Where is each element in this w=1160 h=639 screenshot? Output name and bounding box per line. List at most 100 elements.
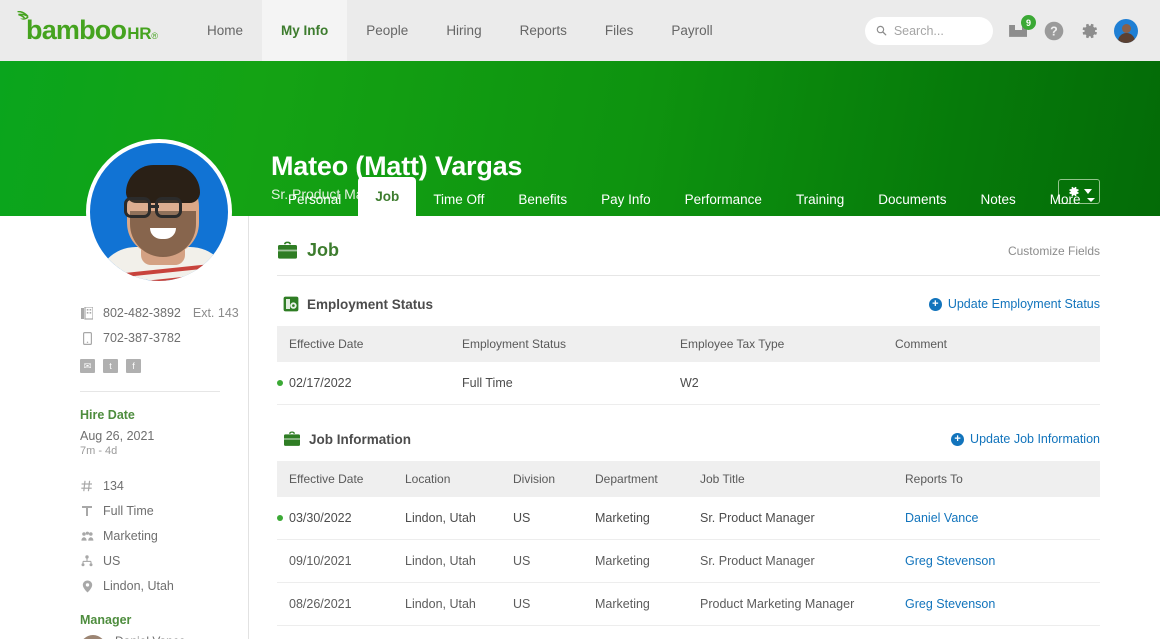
nav-item-my-info[interactable]: My Info xyxy=(262,0,348,61)
table-row[interactable]: 09/10/2021 Lindon, Utah US Marketing Sr.… xyxy=(277,539,1100,583)
photo-glasses-right xyxy=(155,197,182,218)
mobile-phone-number: 702-387-3782 xyxy=(103,331,181,345)
bamboohr-logo[interactable]: bamboo HR ® xyxy=(17,11,158,46)
col-employee-tax-type: Employee Tax Type xyxy=(680,326,895,362)
cell-location: Lindon, Utah xyxy=(405,582,513,626)
update-job-information-link[interactable]: + Update Job Information xyxy=(951,432,1100,446)
tab-time-off-label: Time Off xyxy=(433,192,485,207)
cell-department: Marketing xyxy=(595,582,700,626)
update-employment-status-link[interactable]: + Update Employment Status xyxy=(928,297,1100,311)
logo-text-hr: HR xyxy=(127,24,152,43)
mobile-phone-row[interactable]: 702-387-3782 xyxy=(80,331,248,345)
employee-attributes: 134 Full Time Marketing US Lindon, Utah xyxy=(80,479,248,593)
nav-item-home[interactable]: Home xyxy=(188,0,262,61)
tab-benefits[interactable]: Benefits xyxy=(501,183,584,216)
employment-status-title-group: Employment Status xyxy=(283,296,433,312)
nav-item-people[interactable]: People xyxy=(347,0,427,61)
user-avatar[interactable] xyxy=(1114,18,1138,43)
briefcase-icon xyxy=(278,241,297,259)
division-row: US xyxy=(80,554,248,568)
cell-division: US xyxy=(513,539,595,583)
gear-icon xyxy=(1082,23,1097,38)
avatar-head-shape xyxy=(1121,23,1131,33)
col-location: Location xyxy=(405,461,513,497)
avatar-body-shape xyxy=(1117,32,1135,43)
tab-performance[interactable]: Performance xyxy=(668,183,779,216)
manager-avatar xyxy=(80,634,106,639)
location-pin-icon xyxy=(80,580,94,593)
location-row: Lindon, Utah xyxy=(80,579,248,593)
work-phone-row[interactable]: 802-482-3892 Ext. 143 xyxy=(80,306,248,320)
cell-effective-date-text: 02/17/2022 xyxy=(289,376,352,390)
reports-to-link[interactable]: Greg Stevenson xyxy=(905,597,995,611)
tab-training[interactable]: Training xyxy=(779,183,861,216)
cell-reports-to: Greg Stevenson xyxy=(905,539,1100,583)
col-reports-to: Reports To xyxy=(905,461,1100,497)
cell-effective-date: 09/10/2021 xyxy=(277,539,405,583)
employment-type-icon xyxy=(80,505,94,517)
tab-notes-label: Notes xyxy=(980,192,1016,207)
tab-pay-info[interactable]: Pay Info xyxy=(584,183,668,216)
plus-circle-icon: + xyxy=(951,432,965,446)
search-icon xyxy=(876,25,887,36)
cell-employee-tax-type: W2 xyxy=(680,362,895,405)
help-button[interactable]: ? xyxy=(1044,21,1064,41)
tab-personal[interactable]: Personal xyxy=(271,183,358,216)
logo-registered-mark: ® xyxy=(151,31,158,41)
hire-date-value: Aug 26, 2021 xyxy=(80,429,155,443)
job-information-table: Effective Date Location Division Departm… xyxy=(277,461,1100,626)
nav-item-files[interactable]: Files xyxy=(586,0,653,61)
plus-circle-icon: + xyxy=(928,297,942,311)
reports-to-link[interactable]: Daniel Vance xyxy=(905,511,978,525)
email-icon[interactable]: ✉ xyxy=(80,359,95,373)
tab-job[interactable]: Job xyxy=(358,177,417,216)
nav-item-hiring[interactable]: Hiring xyxy=(427,0,500,61)
nav-item-payroll-label: Payroll xyxy=(671,23,713,38)
search-box[interactable] xyxy=(865,16,993,45)
manager-card[interactable]: Daniel Vance Founder & CRO xyxy=(80,634,248,639)
nav-item-files-label: Files xyxy=(604,23,634,38)
cell-department: Marketing xyxy=(595,497,700,540)
tab-documents-label: Documents xyxy=(878,192,947,207)
job-section-header: Job Customize Fields xyxy=(277,240,1100,276)
inbox-notifications-button[interactable]: 9 xyxy=(1008,15,1036,40)
employee-id-row: 134 xyxy=(80,479,248,493)
current-record-dot xyxy=(277,515,283,521)
cell-effective-date-text: 03/30/2022 xyxy=(289,511,352,525)
tab-time-off[interactable]: Time Off xyxy=(416,183,501,216)
tab-personal-label: Personal xyxy=(288,192,342,207)
nav-item-payroll[interactable]: Payroll xyxy=(652,0,731,61)
photo-glasses-left xyxy=(124,197,151,218)
tab-training-label: Training xyxy=(795,192,845,207)
customize-fields-link[interactable]: Customize Fields xyxy=(1008,244,1100,258)
tab-documents[interactable]: Documents xyxy=(861,183,963,216)
tab-notes[interactable]: Notes xyxy=(964,183,1033,216)
cell-effective-date: 02/17/2022 xyxy=(277,362,462,405)
twitter-icon[interactable]: t xyxy=(103,359,118,373)
cell-location: Lindon, Utah xyxy=(405,539,513,583)
work-phone-extension: Ext. 143 xyxy=(192,306,239,320)
col-department: Department xyxy=(595,461,700,497)
table-row[interactable]: 08/26/2021 Lindon, Utah US Marketing Pro… xyxy=(277,582,1100,626)
search-input[interactable] xyxy=(893,23,982,38)
mobile-phone-icon xyxy=(80,331,94,345)
nav-item-reports-label: Reports xyxy=(519,23,567,38)
cell-effective-date: 03/30/2022 xyxy=(277,497,405,540)
nav-right-actions: 9 ? xyxy=(865,15,1138,45)
facebook-icon[interactable]: f xyxy=(126,359,141,373)
tab-performance-label: Performance xyxy=(684,192,762,207)
table-row[interactable]: 02/17/2022 Full Time W2 xyxy=(277,362,1100,405)
nav-item-reports[interactable]: Reports xyxy=(501,0,586,61)
table-header-row: Effective Date Employment Status Employe… xyxy=(277,326,1100,362)
table-header-row: Effective Date Location Division Departm… xyxy=(277,461,1100,497)
nav-item-hiring-label: Hiring xyxy=(446,23,482,38)
table-row[interactable]: 03/30/2022 Lindon, Utah US Marketing Sr.… xyxy=(277,497,1100,540)
settings-button[interactable] xyxy=(1079,21,1099,41)
employee-photo[interactable] xyxy=(86,139,232,285)
job-information-title-group: Job Information xyxy=(283,431,411,447)
cell-job-title: Sr. Product Manager xyxy=(700,539,905,583)
reports-to-link[interactable]: Greg Stevenson xyxy=(905,554,995,568)
svg-text:?: ? xyxy=(1050,24,1058,38)
tab-more-dropdown[interactable]: More xyxy=(1033,183,1112,216)
notification-badge: 9 xyxy=(1021,15,1036,30)
